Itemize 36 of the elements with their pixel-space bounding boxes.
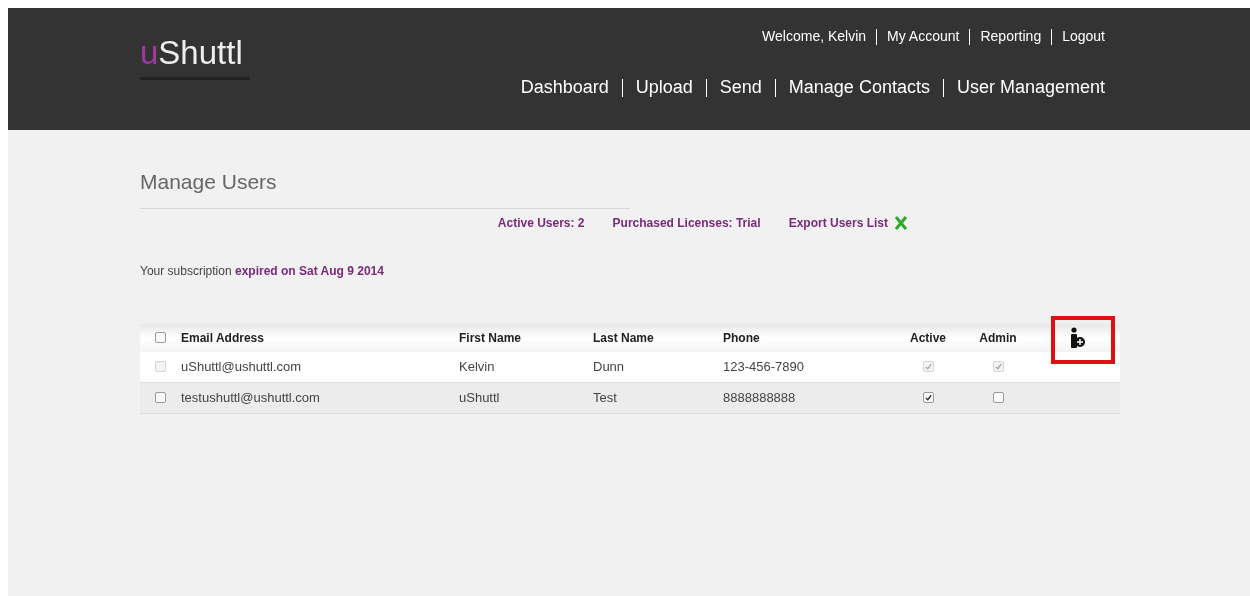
nav-link[interactable]: User Management <box>956 74 1105 101</box>
stat-text: Purchased Licenses: Trial <box>612 214 761 232</box>
header-link[interactable]: My Account <box>887 26 960 47</box>
nav-link[interactable]: Manage Contacts <box>788 74 930 101</box>
nav-link[interactable]: Send <box>719 74 762 101</box>
column-header: Active <box>909 329 947 347</box>
table-cell-text: Kelvin <box>459 357 496 376</box>
table-cell-text: uShuttl@ushuttl.com <box>181 357 303 376</box>
column-header: Phone <box>723 329 761 347</box>
select-all-checkbox[interactable] <box>155 332 166 343</box>
row-checkbox[interactable] <box>155 392 166 403</box>
column-header: First Name <box>459 329 523 347</box>
subscription-text: Your subscription expired on Sat Aug 9 2014 <box>140 262 384 280</box>
table-cell-text: Test <box>593 388 618 407</box>
column-header: Admin <box>978 329 1018 347</box>
welcome-text: Welcome, Kelvin <box>762 27 867 46</box>
close-icon[interactable] <box>894 215 908 230</box>
add-user-icon[interactable] <box>1068 326 1086 349</box>
header-link[interactable]: Reporting <box>980 26 1042 47</box>
active-checkbox[interactable] <box>922 392 934 403</box>
table-cell-text: uShuttl <box>459 388 501 407</box>
admin-checkbox[interactable] <box>992 392 1004 403</box>
nav-link[interactable]: Dashboard <box>520 74 609 101</box>
stat-text: Active Users: 2 <box>497 214 585 232</box>
nav-link[interactable]: Upload <box>635 74 693 101</box>
table-cell-text: 8888888888 <box>723 388 797 407</box>
column-header: Last Name <box>593 329 655 347</box>
export-link[interactable]: Export Users List <box>788 213 888 232</box>
table-cell-text: 123-456-7890 <box>723 357 805 376</box>
logo[interactable]: uShuttl <box>140 36 250 69</box>
header-link[interactable]: Logout <box>1062 26 1105 47</box>
column-header: Email Address <box>181 329 265 347</box>
highlight-frame <box>1051 315 1115 364</box>
page-title: Manage Users <box>140 169 277 195</box>
table-cell-text: testushuttl@ushuttl.com <box>181 388 321 407</box>
table-cell-text: Dunn <box>593 357 626 376</box>
